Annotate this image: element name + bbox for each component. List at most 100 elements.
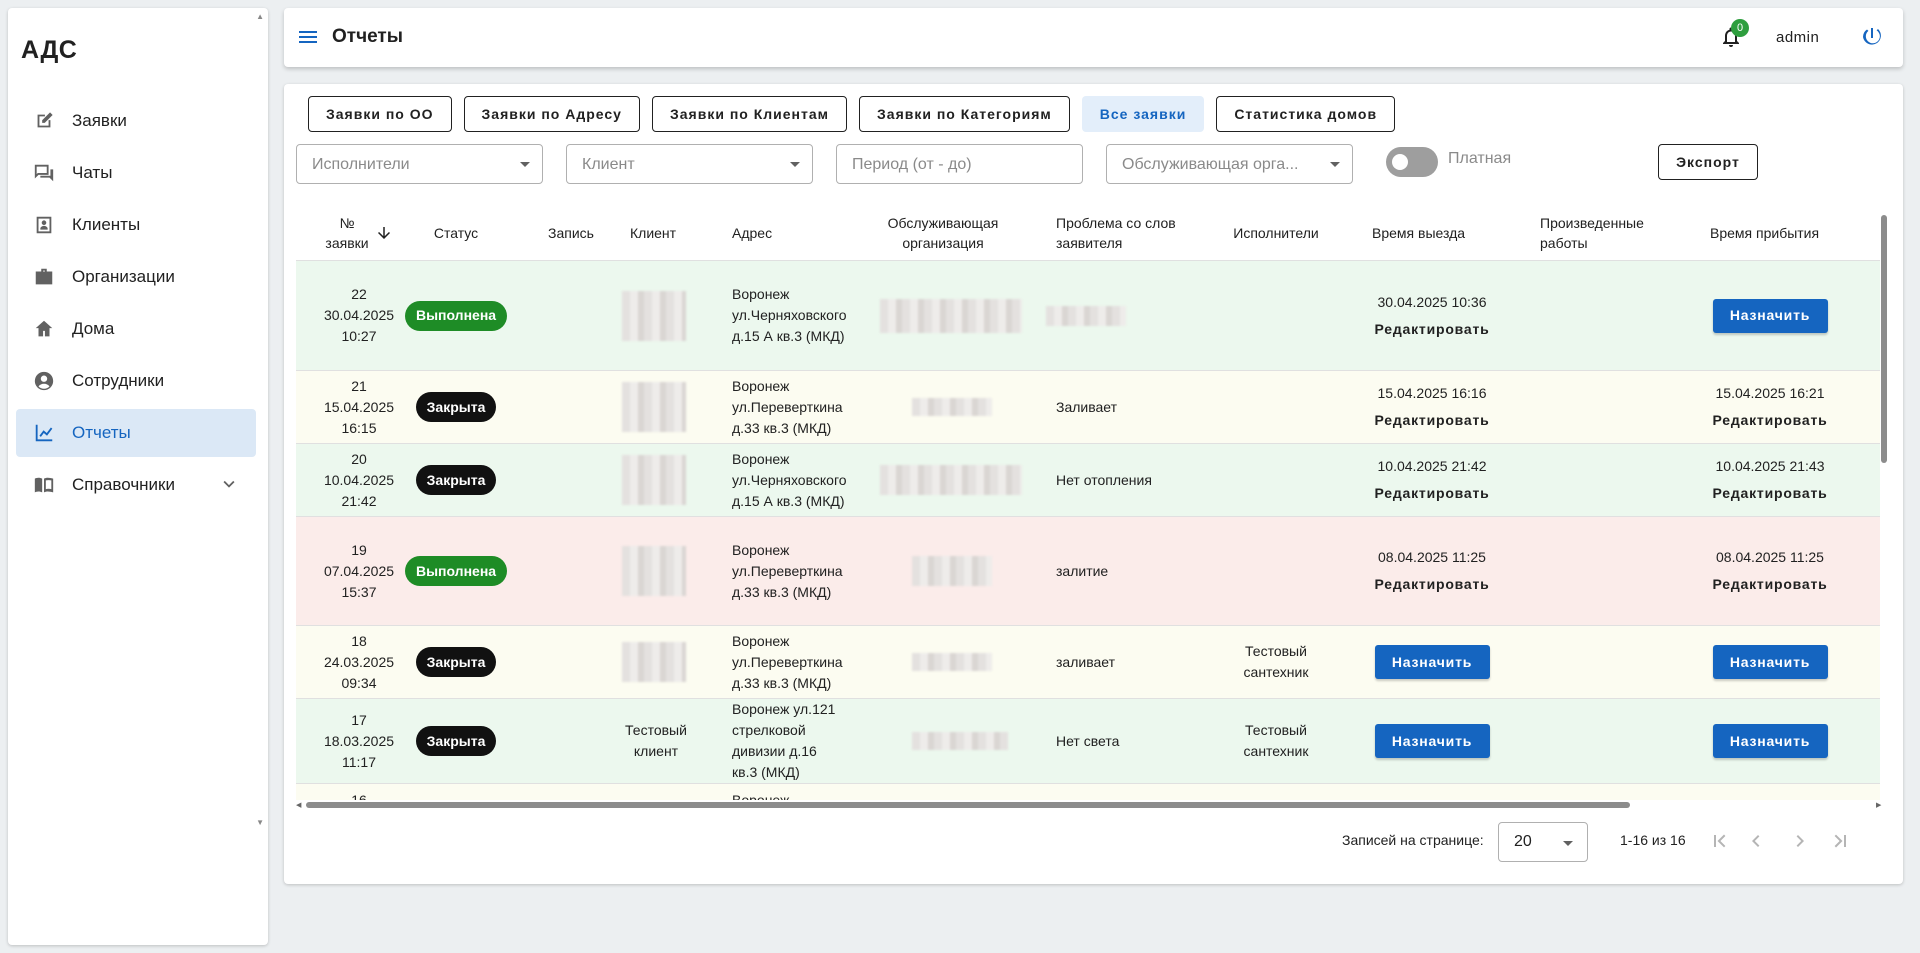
tab-all-requests[interactable]: Все заявки bbox=[1081, 96, 1205, 132]
departure-time: 08.04.2025 11:25 bbox=[1378, 549, 1486, 565]
next-page-icon[interactable] bbox=[1788, 829, 1812, 853]
client-placeholder: Клиент bbox=[582, 156, 635, 173]
chevron-down-icon[interactable] bbox=[218, 473, 242, 497]
assign-arrival-button[interactable]: Назначить bbox=[1712, 724, 1828, 758]
assign-arrival-button[interactable]: Назначить bbox=[1712, 298, 1828, 333]
col-status-header[interactable]: Статус bbox=[406, 204, 506, 261]
briefcase-icon bbox=[32, 265, 56, 289]
table-vertical-scrollbar[interactable] bbox=[1880, 209, 1888, 805]
paid-label: Платная bbox=[1448, 150, 1512, 167]
first-page-icon[interactable] bbox=[1708, 829, 1732, 853]
tab-requests-by-clients[interactable]: Заявки по Клиентам bbox=[651, 96, 848, 132]
edit-arrival-link[interactable]: Редактировать bbox=[1712, 574, 1827, 595]
table-row[interactable]: 17 18.03.2025 11:17 Закрыта Тестовый кли… bbox=[296, 699, 1880, 784]
col-num-header[interactable]: № заявки bbox=[324, 204, 394, 261]
org-select[interactable]: Обслуживающая орга... bbox=[1106, 144, 1353, 184]
tab-requests-by-address[interactable]: Заявки по Адресу bbox=[463, 96, 640, 132]
client-redacted bbox=[622, 290, 686, 341]
table-row[interactable]: 16 Воронеж bbox=[296, 784, 1880, 800]
edit-arrival-link[interactable]: Редактировать bbox=[1712, 483, 1827, 504]
edit-departure-link[interactable]: Редактировать bbox=[1374, 483, 1489, 504]
sidebar-scroll-up-arrow[interactable]: ▲ bbox=[256, 12, 264, 21]
col-org-header[interactable]: Обслуживающая организация bbox=[878, 204, 1008, 261]
sidebar-item-houses[interactable]: Дома bbox=[16, 305, 256, 353]
address-text: Воронеж ул.Черняховского д.15 А кв.3 (МК… bbox=[732, 286, 847, 344]
table-row[interactable]: 21 15.04.2025 16:15 Закрыта Воронеж ул.П… bbox=[296, 371, 1880, 444]
sidebar-item-directories[interactable]: Справочники bbox=[16, 461, 256, 509]
table-row[interactable]: 20 10.04.2025 21:42 Закрыта Воронеж ул.Ч… bbox=[296, 444, 1880, 517]
edit-departure-link[interactable]: Редактировать bbox=[1374, 410, 1489, 431]
person-circle-icon bbox=[32, 369, 56, 393]
horizontal-scroll-thumb[interactable] bbox=[306, 802, 1630, 808]
period-input[interactable]: Период (от - до) bbox=[836, 144, 1083, 184]
rows-per-page-select[interactable]: 20 bbox=[1498, 822, 1588, 862]
client-text: Тестовый клиент bbox=[625, 722, 687, 759]
col-problem-header[interactable]: Проблема со слов заявителя bbox=[1056, 204, 1206, 261]
dropdown-caret-icon bbox=[790, 162, 800, 167]
report-tabs: Заявки по ОО Заявки по Адресу Заявки по … bbox=[308, 96, 1407, 132]
previous-page-icon[interactable] bbox=[1744, 829, 1768, 853]
book-icon bbox=[32, 473, 56, 497]
home-icon bbox=[32, 317, 56, 341]
departure-time: 30.04.2025 10:36 bbox=[1377, 293, 1487, 310]
sidebar-item-chats[interactable]: Чаты bbox=[16, 149, 256, 197]
contact-card-icon bbox=[32, 213, 56, 237]
col-arrival-header[interactable]: Время прибытия bbox=[1710, 204, 1840, 261]
assign-departure-button[interactable]: Назначить bbox=[1374, 724, 1490, 758]
departure-time: 10.04.2025 21:42 bbox=[1377, 458, 1487, 474]
scroll-left-arrow[interactable]: ◀ bbox=[296, 801, 301, 809]
edit-departure-link[interactable]: Редактировать bbox=[1374, 319, 1489, 340]
menu-icon[interactable] bbox=[296, 25, 320, 49]
tab-requests-by-org[interactable]: Заявки по ОО bbox=[308, 96, 452, 132]
status-badge: Выполнена bbox=[404, 300, 508, 331]
sidebar-item-organizations[interactable]: Организации bbox=[16, 253, 256, 301]
request-number: 18 24.03.2025 09:34 bbox=[323, 632, 395, 691]
table-horizontal-scrollbar[interactable]: ◀ ▶ bbox=[296, 800, 1886, 810]
problem-text: Заливает bbox=[1056, 398, 1118, 415]
table-row[interactable]: 22 30.04.2025 10:27 Выполнена Воронеж ул… bbox=[296, 261, 1880, 371]
vertical-scroll-thumb[interactable] bbox=[1881, 215, 1887, 463]
table-row[interactable]: 19 07.04.2025 15:37 Выполнена Воронеж ул… bbox=[296, 517, 1880, 626]
arrow-down-icon[interactable] bbox=[375, 224, 393, 242]
col-client-header[interactable]: Клиент bbox=[630, 204, 700, 261]
client-select[interactable]: Клиент bbox=[566, 144, 813, 184]
sidebar-item-requests[interactable]: Заявки bbox=[16, 97, 256, 145]
tab-requests-by-categories[interactable]: Заявки по Категориям bbox=[859, 96, 1070, 132]
address-text: Воронеж ул.Черняховского д.15 А кв.3 (МК… bbox=[732, 450, 847, 509]
address-text: Воронеж ул.Переверткина д.33 кв.3 (МКД) bbox=[732, 377, 843, 436]
org-placeholder: Обслуживающая орга... bbox=[1122, 156, 1299, 173]
col-record-header[interactable]: Запись bbox=[536, 204, 606, 261]
sidebar-item-employees[interactable]: Сотрудники bbox=[16, 357, 256, 405]
page-title: Отчеты bbox=[332, 26, 403, 47]
scroll-right-arrow[interactable]: ▶ bbox=[1876, 801, 1881, 809]
assign-arrival-button[interactable]: Назначить bbox=[1712, 645, 1828, 679]
col-executors-header[interactable]: Исполнители bbox=[1226, 204, 1326, 261]
sidebar-item-reports[interactable]: Отчеты bbox=[16, 409, 256, 457]
top-app-bar: Отчеты 0 admin bbox=[284, 8, 1903, 67]
notification-badge: 0 bbox=[1731, 19, 1749, 37]
requests-table: № заявки Статус Запись Клиент Адрес Обсл… bbox=[296, 204, 1880, 800]
last-page-icon[interactable] bbox=[1828, 829, 1852, 853]
sidebar-item-label: Отчеты bbox=[72, 423, 131, 442]
power-icon[interactable] bbox=[1860, 25, 1884, 49]
status-badge: Закрыта bbox=[415, 465, 497, 495]
sidebar-nav: Заявки Чаты Клиенты Организации Дома Сот… bbox=[16, 97, 256, 513]
arrival-time: 15.04.2025 16:21 bbox=[1715, 385, 1825, 401]
chart-line-icon bbox=[32, 421, 56, 445]
col-works-header[interactable]: Произведенные работы bbox=[1540, 204, 1670, 261]
edit-arrival-link[interactable]: Редактировать bbox=[1712, 410, 1827, 431]
sidebar-scroll-down-arrow[interactable]: ▼ bbox=[256, 818, 264, 827]
dropdown-caret-icon bbox=[1563, 841, 1573, 846]
tab-house-statistics[interactable]: Статистика домов bbox=[1216, 96, 1396, 132]
user-name[interactable]: admin bbox=[1776, 29, 1819, 46]
executors-select[interactable]: Исполнители bbox=[296, 144, 543, 184]
executor-text: Тестовый сантехник bbox=[1243, 722, 1309, 759]
export-button[interactable]: Экспорт bbox=[1658, 144, 1758, 180]
edit-departure-link[interactable]: Редактировать bbox=[1374, 574, 1489, 595]
assign-departure-button[interactable]: Назначить bbox=[1374, 645, 1490, 679]
col-departure-header[interactable]: Время выезда bbox=[1372, 204, 1492, 261]
paid-toggle[interactable] bbox=[1386, 145, 1438, 177]
col-address-header[interactable]: Адрес bbox=[732, 204, 832, 261]
sidebar-item-clients[interactable]: Клиенты bbox=[16, 201, 256, 249]
table-row[interactable]: 18 24.03.2025 09:34 Закрыта Воронеж ул.П… bbox=[296, 626, 1880, 699]
